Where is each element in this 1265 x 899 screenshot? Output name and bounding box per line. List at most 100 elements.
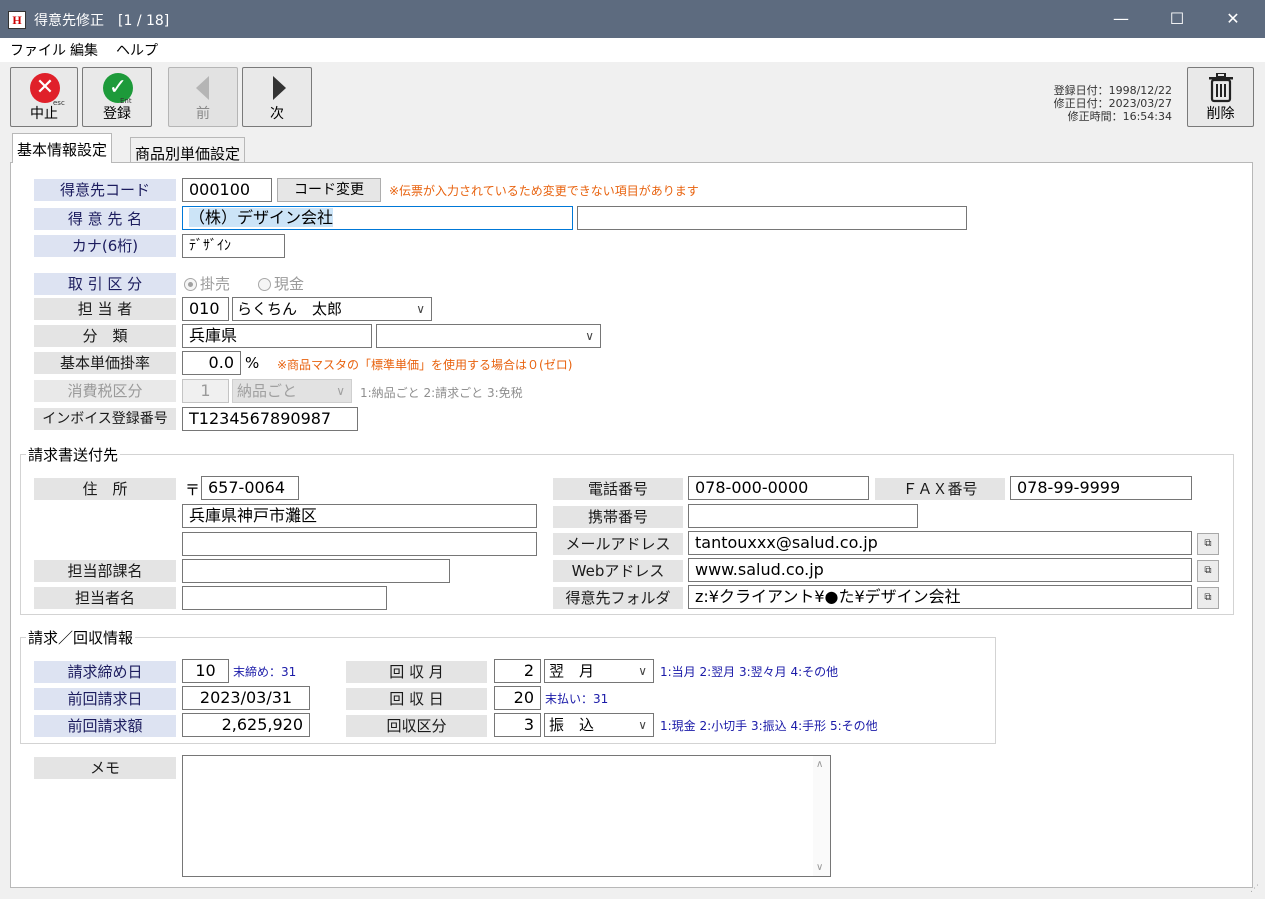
tab-basic-info[interactable]: 基本情報設定 xyxy=(12,133,113,163)
trade-option-credit: 掛売 xyxy=(200,275,231,293)
next-label: 次 xyxy=(270,106,284,122)
last-bill-amount-field[interactable]: 2,625,920 xyxy=(182,713,310,737)
tax-select[interactable]: 納品ごと ∨ xyxy=(232,379,352,403)
tel-label: 電話番号 xyxy=(553,478,683,500)
invoice-field[interactable]: T1234567890987 xyxy=(182,407,358,431)
memo-field[interactable]: ∧ ∨ xyxy=(182,755,831,877)
collection-method-select[interactable]: 振 込 ∨ xyxy=(544,713,654,737)
chevron-down-icon: ∨ xyxy=(416,302,425,316)
code-change-button[interactable]: コード変更 xyxy=(277,178,381,202)
category-label: 分 類 xyxy=(34,325,176,347)
name-value: （株）デザイン会社 xyxy=(189,208,334,227)
kana-field[interactable]: ﾃﾞｻﾞｲﾝ xyxy=(182,234,285,258)
staff-code-field[interactable]: 010 xyxy=(182,297,229,321)
next-arrow-icon xyxy=(273,76,286,100)
menu-bar: ファイル 編集 ヘルプ xyxy=(0,38,1265,62)
menu-file[interactable]: ファイル xyxy=(10,40,66,60)
register-label: 登録 xyxy=(103,106,131,122)
base-rate-field[interactable]: 0.0 xyxy=(182,351,241,375)
collection-month-note: 1:当月 2:翌月 3:翌々月 4:その他 xyxy=(660,665,839,679)
menu-edit[interactable]: 編集 xyxy=(70,40,98,60)
name-field[interactable]: （株）デザイン会社 xyxy=(182,206,573,230)
invoice-label: インボイス登録番号 xyxy=(34,408,176,430)
delete-button[interactable]: 削除 xyxy=(1187,67,1254,127)
trade-radio-credit[interactable]: 掛売 xyxy=(184,273,230,294)
mail-field[interactable]: tantouxxx@salud.co.jp xyxy=(688,531,1192,555)
collection-method-note: 1:現金 2:小切手 3:振込 4:手形 5:その他 xyxy=(660,719,878,733)
trade-option-cash: 現金 xyxy=(274,275,305,293)
collection-month-label: 回 収 月 xyxy=(346,661,487,683)
billing-group-title: 請求書送付先 xyxy=(26,444,121,465)
trade-type-label: 取 引 区 分 xyxy=(34,273,176,295)
staff-label: 担 当 者 xyxy=(34,298,176,320)
dept-field[interactable] xyxy=(182,559,450,583)
next-button[interactable]: 次 xyxy=(242,67,312,127)
cancel-button[interactable]: ✕ esc 中止 xyxy=(10,67,78,127)
category-field[interactable]: 兵庫県 xyxy=(182,324,372,348)
scroll-up-icon[interactable]: ∧ xyxy=(816,759,823,770)
last-bill-date-field[interactable]: 2023/03/31 xyxy=(182,686,310,710)
memo-label: メモ xyxy=(34,757,176,779)
maximize-button[interactable]: ☐ xyxy=(1149,0,1205,38)
folder-label: 得意先フォルダ xyxy=(553,587,683,609)
copy-icon: ⧉ xyxy=(1204,565,1212,576)
web-field[interactable]: www.salud.co.jp xyxy=(688,558,1192,582)
menu-help[interactable]: ヘルプ xyxy=(116,40,158,60)
memo-scrollbar[interactable]: ∧ ∨ xyxy=(813,756,830,876)
mail-copy-button[interactable]: ⧉ xyxy=(1197,533,1219,555)
collection-month-select-value: 翌 月 xyxy=(549,662,595,680)
fax-field[interactable]: 078-99-9999 xyxy=(1010,476,1192,500)
scroll-down-icon[interactable]: ∨ xyxy=(816,862,823,873)
prev-button[interactable]: 前 xyxy=(168,67,238,127)
folder-field[interactable]: z:¥クライアント¥●た¥デザイン会社 xyxy=(688,585,1192,609)
radio-selected-icon xyxy=(184,278,197,291)
address2-field[interactable] xyxy=(182,532,537,556)
chevron-down-icon: ∨ xyxy=(336,384,345,398)
app-icon: H xyxy=(8,11,26,29)
trade-radio-cash[interactable]: 現金 xyxy=(258,273,304,294)
staff-select[interactable]: らくちん 太郎 ∨ xyxy=(232,297,432,321)
address1-field[interactable]: 兵庫県神戸市灘区 xyxy=(182,504,537,528)
category-select[interactable]: ∨ xyxy=(376,324,601,348)
toolbar: ✕ esc 中止 ✓ Ent 登録 前 次 登録日付：1998/12/22 修正… xyxy=(0,62,1265,130)
prev-label: 前 xyxy=(196,106,210,122)
web-label: Webアドレス xyxy=(553,560,683,582)
close-button[interactable]: ✕ xyxy=(1205,0,1261,38)
person-field[interactable] xyxy=(182,586,387,610)
collection-month-code[interactable]: 2 xyxy=(494,659,541,683)
closing-day-label: 請求締め日 xyxy=(34,661,176,683)
resize-grip-icon[interactable]: ⋰ xyxy=(1250,884,1259,894)
person-label: 担当者名 xyxy=(34,587,176,609)
window-title: 得意先修正 [1 / 18] xyxy=(34,13,170,29)
code-label: 得意先コード xyxy=(34,179,176,201)
collection-method-select-value: 振 込 xyxy=(549,716,595,734)
minimize-button[interactable]: — xyxy=(1093,0,1149,38)
mobile-field[interactable] xyxy=(688,504,918,528)
base-rate-label: 基本単価掛率 xyxy=(34,352,176,374)
closing-day-field[interactable]: 10 xyxy=(182,659,229,683)
tab-product-prices[interactable]: 商品別単価設定 xyxy=(130,137,246,163)
postal-code-field[interactable]: 657-0064 xyxy=(201,476,299,500)
tax-select-value: 納品ごと xyxy=(237,382,298,400)
collection-day-field[interactable]: 20 xyxy=(494,686,541,710)
web-copy-button[interactable]: ⧉ xyxy=(1197,560,1219,582)
dept-label: 担当部課名 xyxy=(34,560,176,582)
tax-label: 消費税区分 xyxy=(34,380,176,402)
last-bill-amount-label: 前回請求額 xyxy=(34,715,176,737)
address-label: 住 所 xyxy=(34,478,176,500)
collection-method-code[interactable]: 3 xyxy=(494,713,541,737)
collection-month-select[interactable]: 翌 月 ∨ xyxy=(544,659,654,683)
tax-code-field[interactable]: 1 xyxy=(182,379,229,403)
name-label: 得 意 先 名 xyxy=(34,208,176,230)
collection-method-label: 回収区分 xyxy=(346,715,487,737)
code-field[interactable]: 000100 xyxy=(182,178,272,202)
trash-icon xyxy=(1209,73,1233,103)
modified-date: 修正日付：2023/03/27 xyxy=(1053,97,1172,110)
folder-copy-button[interactable]: ⧉ xyxy=(1197,587,1219,609)
tel-field[interactable]: 078-000-0000 xyxy=(688,476,869,500)
chevron-down-icon: ∨ xyxy=(585,329,594,343)
register-button[interactable]: ✓ Ent 登録 xyxy=(82,67,152,127)
name-field-2[interactable] xyxy=(577,206,967,230)
collection-day-note: 末払い：31 xyxy=(545,692,609,706)
delete-label: 削除 xyxy=(1206,106,1235,122)
